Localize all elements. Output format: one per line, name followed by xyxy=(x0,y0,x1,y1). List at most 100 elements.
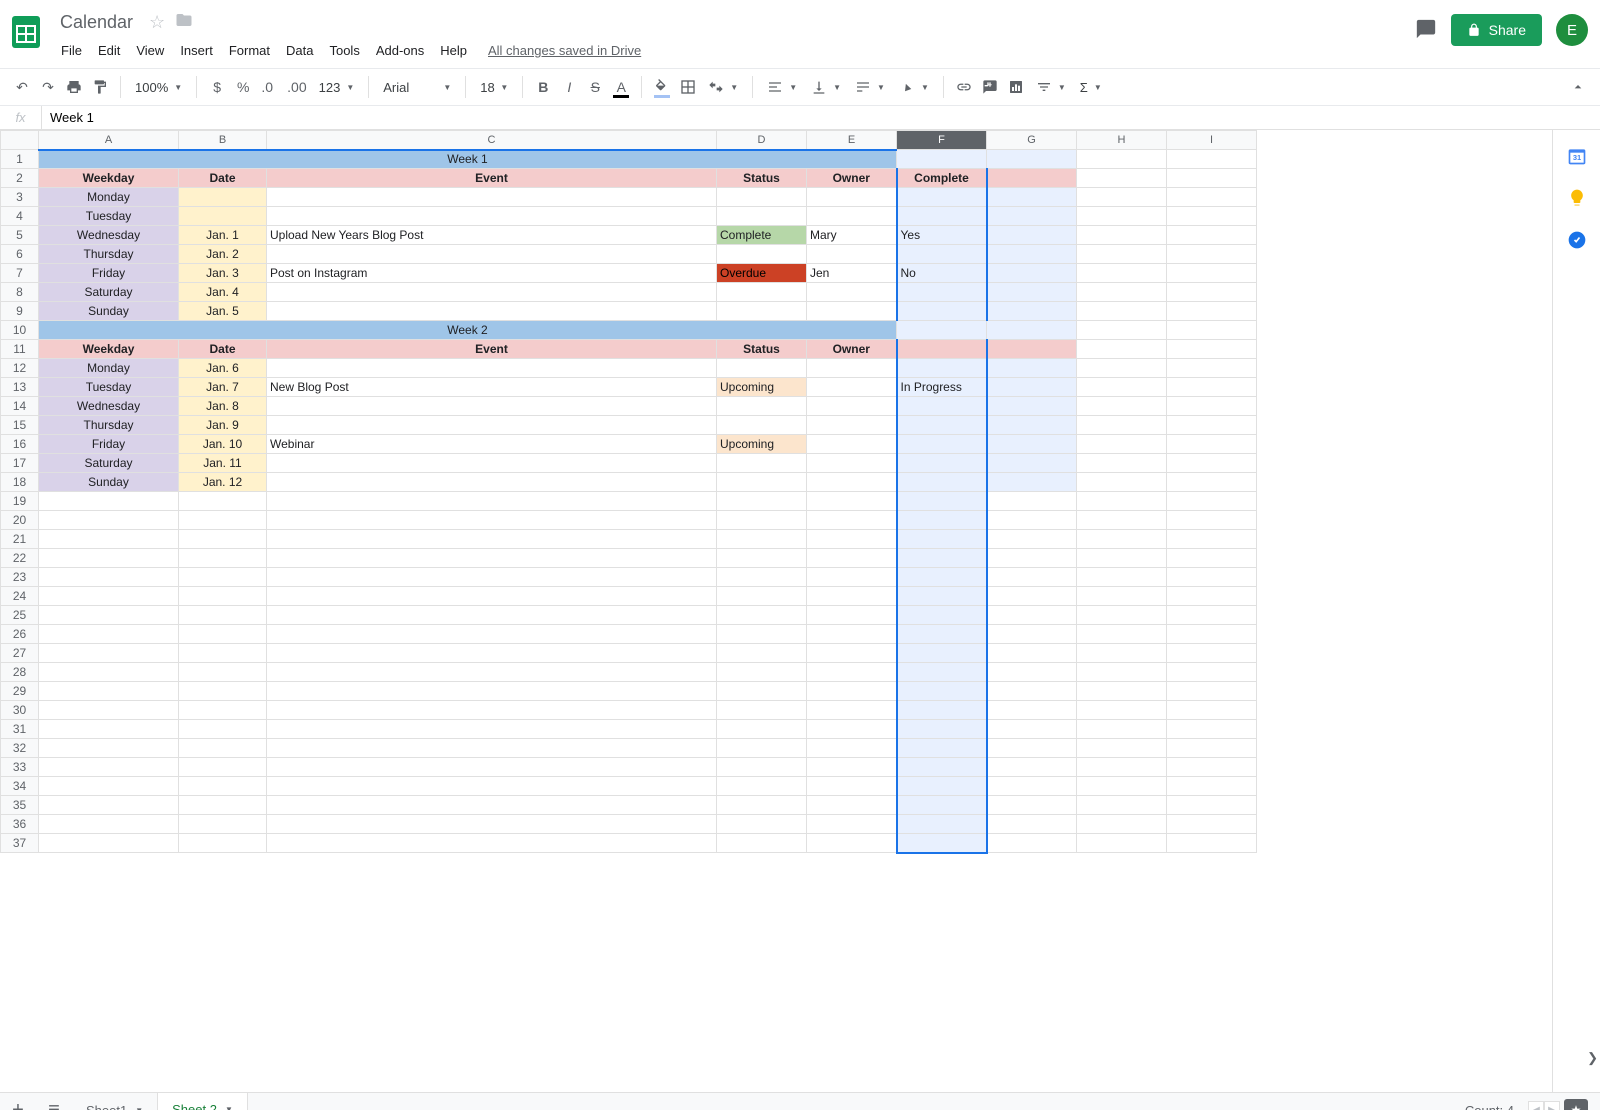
currency-button[interactable]: $ xyxy=(205,74,229,100)
cell[interactable] xyxy=(179,815,267,834)
col-header-H[interactable]: H xyxy=(1077,131,1167,150)
cell[interactable] xyxy=(1077,188,1167,207)
cell[interactable] xyxy=(1167,473,1257,492)
cell[interactable] xyxy=(1077,511,1167,530)
cell[interactable] xyxy=(1167,720,1257,739)
cell[interactable] xyxy=(179,549,267,568)
row-header[interactable]: 35 xyxy=(1,796,39,815)
cell[interactable] xyxy=(987,758,1077,777)
cell[interactable] xyxy=(1077,777,1167,796)
cell[interactable] xyxy=(717,606,807,625)
sheet-tab[interactable]: Sheet1▼ xyxy=(72,1093,158,1110)
cell[interactable]: Wednesday xyxy=(39,397,179,416)
cell[interactable] xyxy=(717,625,807,644)
cell[interactable] xyxy=(1167,321,1257,340)
row-header[interactable]: 5 xyxy=(1,226,39,245)
cell[interactable]: Yes xyxy=(897,226,987,245)
menu-view[interactable]: View xyxy=(129,39,171,62)
all-sheets-button[interactable]: ≡ xyxy=(36,1093,72,1110)
cell[interactable] xyxy=(807,283,897,302)
cell[interactable] xyxy=(717,739,807,758)
cell[interactable] xyxy=(179,625,267,644)
cell[interactable] xyxy=(267,606,717,625)
cell[interactable]: Upcoming xyxy=(717,378,807,397)
cell[interactable] xyxy=(807,359,897,378)
cell[interactable] xyxy=(1077,720,1167,739)
row-header[interactable]: 24 xyxy=(1,587,39,606)
cell[interactable]: Saturday xyxy=(39,283,179,302)
borders-button[interactable] xyxy=(676,74,700,100)
cell[interactable] xyxy=(987,169,1077,188)
cell[interactable] xyxy=(1077,397,1167,416)
cell[interactable] xyxy=(1077,606,1167,625)
cell[interactable] xyxy=(897,682,987,701)
row-header[interactable]: 31 xyxy=(1,720,39,739)
cell[interactable]: Upcoming xyxy=(717,435,807,454)
cell[interactable] xyxy=(267,511,717,530)
functions-button[interactable]: Σ▼ xyxy=(1074,80,1108,95)
cell[interactable] xyxy=(807,663,897,682)
col-header-C[interactable]: C xyxy=(267,131,717,150)
cell[interactable] xyxy=(179,796,267,815)
cell[interactable] xyxy=(179,492,267,511)
cell[interactable] xyxy=(717,777,807,796)
strike-button[interactable]: S xyxy=(583,74,607,100)
cell[interactable]: Event xyxy=(267,169,717,188)
cell[interactable] xyxy=(1077,169,1167,188)
cell[interactable] xyxy=(1167,834,1257,853)
row-header[interactable]: 30 xyxy=(1,701,39,720)
cell[interactable] xyxy=(897,663,987,682)
cell[interactable] xyxy=(987,302,1077,321)
cell[interactable]: Jen xyxy=(807,264,897,283)
cell[interactable]: Owner xyxy=(807,340,897,359)
paint-format-button[interactable] xyxy=(88,74,112,100)
cell[interactable]: No xyxy=(897,264,987,283)
cell[interactable]: Status xyxy=(717,340,807,359)
cell[interactable] xyxy=(39,625,179,644)
cell[interactable] xyxy=(267,492,717,511)
cell[interactable] xyxy=(987,815,1077,834)
cell[interactable] xyxy=(807,815,897,834)
cell[interactable] xyxy=(717,416,807,435)
cell[interactable] xyxy=(807,739,897,758)
row-header[interactable]: 33 xyxy=(1,758,39,777)
cell[interactable] xyxy=(897,397,987,416)
fx-icon[interactable]: fx xyxy=(0,106,42,129)
cell[interactable] xyxy=(897,302,987,321)
cell[interactable] xyxy=(897,644,987,663)
cell[interactable] xyxy=(1077,340,1167,359)
spreadsheet-grid[interactable]: ABCDEFGHI 1Week 12WeekdayDateEventStatus… xyxy=(0,130,1552,1092)
cell[interactable] xyxy=(717,207,807,226)
cell[interactable] xyxy=(39,758,179,777)
row-header[interactable]: 27 xyxy=(1,644,39,663)
cell[interactable]: Jan. 2 xyxy=(179,245,267,264)
cell[interactable] xyxy=(1077,663,1167,682)
font-select[interactable]: Arial▼ xyxy=(377,80,457,95)
cell[interactable] xyxy=(897,473,987,492)
cell[interactable] xyxy=(897,416,987,435)
text-color-button[interactable]: A xyxy=(609,74,633,100)
cell[interactable]: Post on Instagram xyxy=(267,264,717,283)
row-header[interactable]: 37 xyxy=(1,834,39,853)
cell[interactable] xyxy=(807,492,897,511)
cell[interactable]: Saturday xyxy=(39,454,179,473)
cell[interactable] xyxy=(179,663,267,682)
cell[interactable] xyxy=(717,587,807,606)
cell[interactable] xyxy=(179,606,267,625)
cell[interactable] xyxy=(1077,454,1167,473)
cell[interactable] xyxy=(987,796,1077,815)
cell[interactable] xyxy=(39,720,179,739)
cell[interactable] xyxy=(267,302,717,321)
tasks-app-icon[interactable] xyxy=(1567,230,1587,250)
cell[interactable] xyxy=(897,758,987,777)
row-header[interactable]: 22 xyxy=(1,549,39,568)
number-format-select[interactable]: 123▼ xyxy=(313,80,361,95)
cell[interactable] xyxy=(717,758,807,777)
cell[interactable] xyxy=(807,435,897,454)
undo-button[interactable]: ↶ xyxy=(10,74,34,100)
cell[interactable]: Date xyxy=(179,169,267,188)
cell[interactable]: Owner xyxy=(807,169,897,188)
cell[interactable] xyxy=(717,302,807,321)
add-sheet-button[interactable]: + xyxy=(0,1093,36,1110)
cell[interactable] xyxy=(987,321,1077,340)
